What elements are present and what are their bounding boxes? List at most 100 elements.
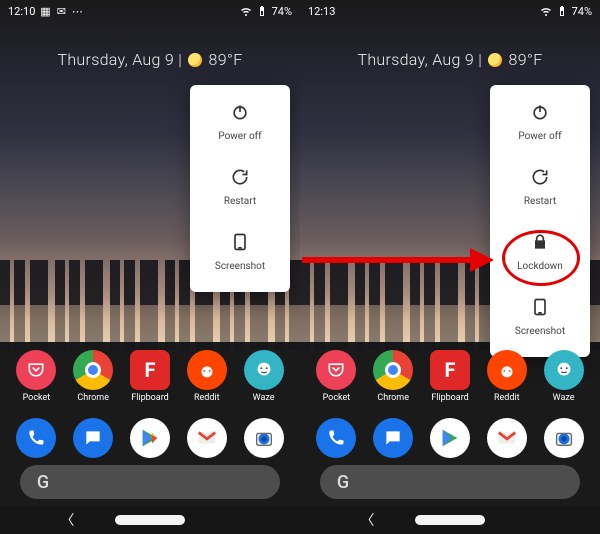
- app-label: Flipboard: [131, 393, 169, 403]
- app-flipboard[interactable]: F Flipboard: [124, 350, 176, 403]
- nav-home-pill[interactable]: [115, 515, 185, 525]
- power-off-button[interactable]: Power off: [190, 91, 290, 156]
- gmail-icon: [487, 418, 527, 458]
- app-gmail[interactable]: [481, 418, 533, 458]
- app-messages[interactable]: [67, 418, 119, 458]
- gmail-icon: [187, 418, 227, 458]
- app-label: Reddit: [194, 393, 220, 403]
- app-row-dock: [300, 418, 600, 458]
- app-play[interactable]: [424, 418, 476, 458]
- flipboard-icon: F: [130, 350, 170, 390]
- restart-button[interactable]: Restart: [190, 156, 290, 221]
- power-menu-label: Restart: [524, 196, 556, 207]
- screenshot-icon: [230, 235, 250, 255]
- app-reddit[interactable]: Reddit: [181, 350, 233, 403]
- power-menu-label: Screenshot: [215, 261, 265, 272]
- lockdown-button[interactable]: Lockdown: [490, 221, 590, 286]
- chrome-icon: [373, 350, 413, 390]
- app-row-1: Pocket Chrome F Flipboard Reddit Waze: [0, 350, 300, 403]
- app-pocket[interactable]: Pocket: [10, 350, 62, 403]
- app-phone[interactable]: [310, 418, 362, 458]
- pocket-icon: [16, 350, 56, 390]
- nav-back-button[interactable]: 〈: [360, 510, 374, 530]
- pocket-icon: [316, 350, 356, 390]
- restart-button[interactable]: Restart: [490, 156, 590, 221]
- nav-home-pill[interactable]: [415, 515, 485, 525]
- power-menu-label: Lockdown: [517, 261, 563, 272]
- play-icon: [430, 418, 470, 458]
- date-text: Thursday, Aug 9: [357, 50, 474, 69]
- app-label: Waze: [253, 393, 275, 403]
- app-messages[interactable]: [367, 418, 419, 458]
- messages-icon: [73, 418, 113, 458]
- camera-icon: [244, 418, 284, 458]
- google-icon: G: [332, 471, 354, 493]
- app-row-dock: [0, 418, 300, 458]
- reddit-icon: [187, 350, 227, 390]
- camera-icon: [544, 418, 584, 458]
- power-menu-label: Restart: [224, 196, 256, 207]
- app-label: Chrome: [377, 393, 409, 403]
- app-camera[interactable]: [238, 418, 290, 458]
- app-phone[interactable]: [10, 418, 62, 458]
- app-label: Pocket: [23, 393, 51, 403]
- power-menu: Power off Restart Screenshot: [190, 85, 290, 292]
- search-pill[interactable]: G: [20, 465, 280, 499]
- search-pill[interactable]: G: [320, 465, 580, 499]
- app-label: Waze: [553, 393, 575, 403]
- battery-icon: [256, 5, 268, 17]
- wifi-icon: [540, 5, 552, 17]
- notif-icon: ✉: [55, 5, 67, 17]
- restart-icon: [230, 170, 250, 190]
- screenshot-icon: [530, 300, 550, 320]
- app-gmail[interactable]: [181, 418, 233, 458]
- app-label: Chrome: [77, 393, 109, 403]
- app-label: Reddit: [494, 393, 520, 403]
- app-camera[interactable]: [538, 418, 590, 458]
- weather-icon: [188, 53, 202, 67]
- power-menu-label: Power off: [218, 131, 261, 142]
- reddit-icon: [487, 350, 527, 390]
- phone-left: 12:10 ▦ ✉ ⋯ 74% Thursday, Aug 9 | 89°F P…: [0, 0, 300, 534]
- nav-bar: 〈: [300, 506, 600, 534]
- power-menu-label: Power off: [518, 131, 561, 142]
- status-time: 12:13: [308, 5, 335, 18]
- waze-icon: [244, 350, 284, 390]
- phone-icon: [316, 418, 356, 458]
- nav-back-button[interactable]: 〈: [60, 510, 74, 530]
- app-waze[interactable]: Waze: [538, 350, 590, 403]
- temp-text: 89°F: [509, 50, 543, 69]
- status-battery: 74%: [572, 5, 592, 18]
- date-weather[interactable]: Thursday, Aug 9 | 89°F: [300, 50, 600, 69]
- app-play[interactable]: [124, 418, 176, 458]
- app-chrome[interactable]: Chrome: [67, 350, 119, 403]
- wifi-icon: [240, 5, 252, 17]
- play-icon: [130, 418, 170, 458]
- power-icon: [530, 105, 550, 125]
- lock-icon: [530, 235, 550, 255]
- app-chrome[interactable]: Chrome: [367, 350, 419, 403]
- google-icon: G: [32, 471, 54, 493]
- phone-right: 12:13 74% Thursday, Aug 9 | 89°F Power o…: [300, 0, 600, 534]
- screenshot-button[interactable]: Screenshot: [490, 286, 590, 351]
- power-off-button[interactable]: Power off: [490, 91, 590, 156]
- phone-icon: [16, 418, 56, 458]
- power-icon: [230, 105, 250, 125]
- app-waze[interactable]: Waze: [238, 350, 290, 403]
- status-bar: 12:13 74%: [300, 0, 600, 22]
- app-label: Pocket: [323, 393, 351, 403]
- temp-text: 89°F: [209, 50, 243, 69]
- app-pocket[interactable]: Pocket: [310, 350, 362, 403]
- date-text: Thursday, Aug 9: [57, 50, 174, 69]
- notif-icon: ▦: [39, 5, 51, 17]
- messages-icon: [373, 418, 413, 458]
- notif-icon: ⋯: [71, 5, 83, 17]
- power-menu-label: Screenshot: [515, 326, 565, 337]
- app-label: Flipboard: [431, 393, 469, 403]
- status-battery: 74%: [272, 5, 292, 18]
- screenshot-button[interactable]: Screenshot: [190, 221, 290, 286]
- app-flipboard[interactable]: FFlipboard: [424, 350, 476, 403]
- date-weather[interactable]: Thursday, Aug 9 | 89°F: [0, 50, 300, 69]
- nav-bar: 〈: [0, 506, 300, 534]
- app-reddit[interactable]: Reddit: [481, 350, 533, 403]
